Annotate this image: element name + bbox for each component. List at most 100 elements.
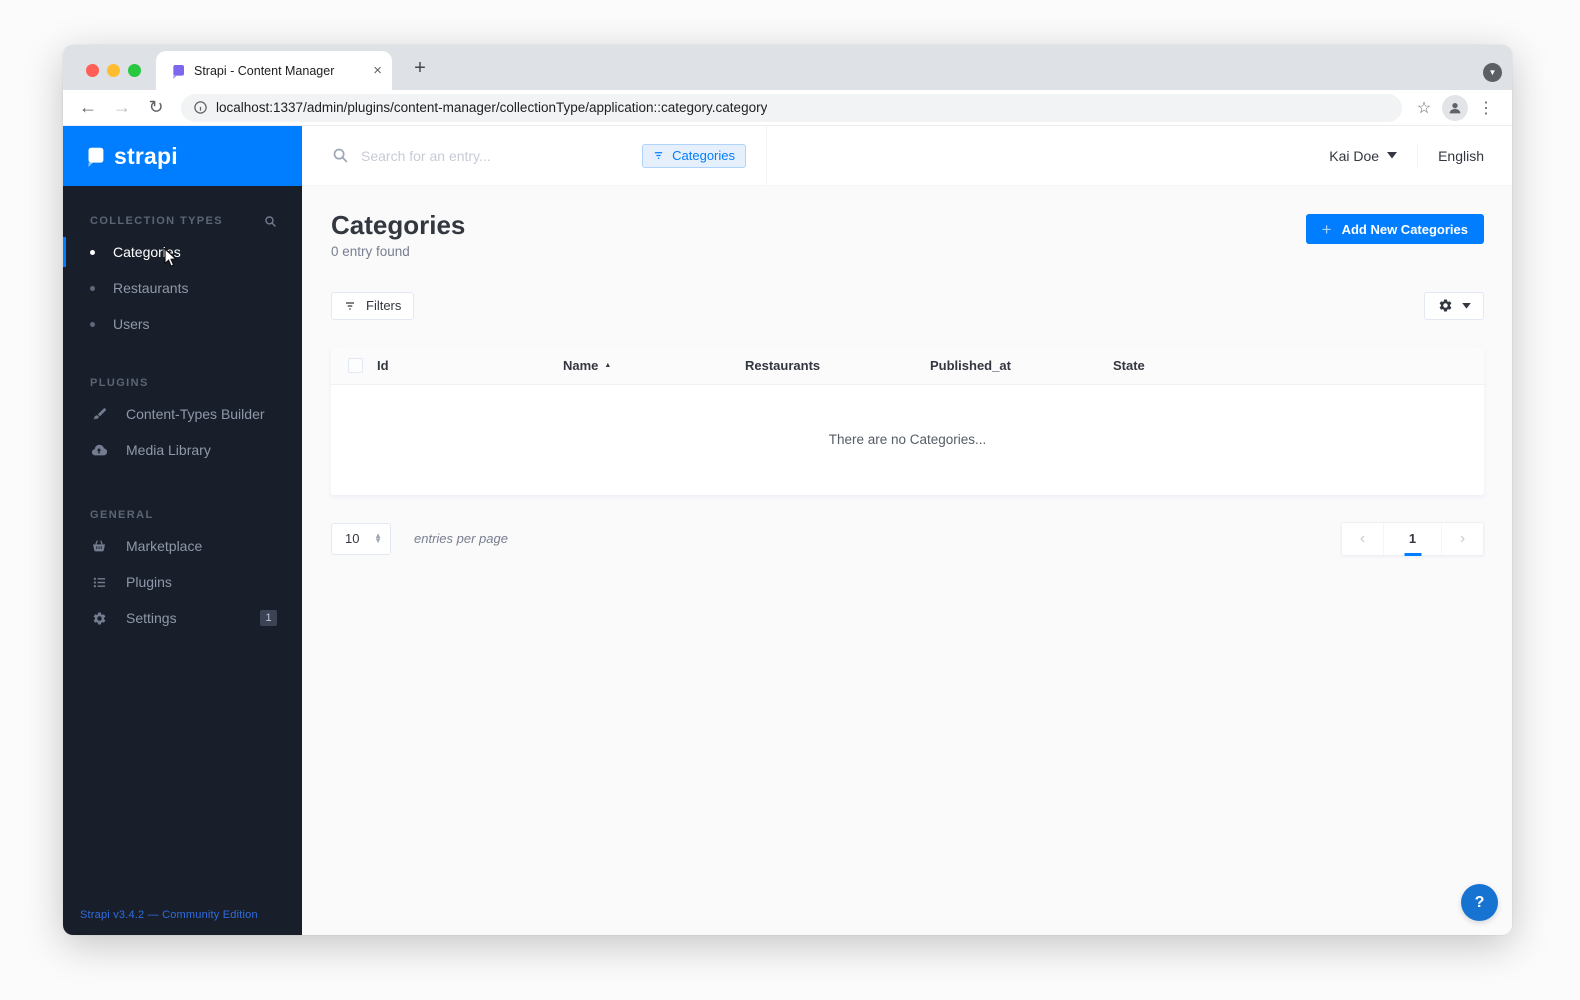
page-content: Categories 0 entry found + Add New Categ… <box>302 186 1512 935</box>
sidebar-item-users[interactable]: Users <box>63 306 302 342</box>
strapi-logo-text: strapi <box>114 142 178 169</box>
tab-favicon-strapi-icon <box>170 63 186 79</box>
filter-icon <box>344 300 356 312</box>
sidebar-item-label: Content-Types Builder <box>126 406 265 422</box>
sidebar-search-icon[interactable] <box>264 215 277 228</box>
sidebar-section-general: GENERAL Marketplace Plugins Settings 1 <box>63 502 302 636</box>
list-icon <box>90 575 108 590</box>
paint-brush-icon <box>90 407 108 422</box>
cloud-upload-icon <box>90 442 108 458</box>
column-header-published-at[interactable]: Published_at <box>930 358 1113 373</box>
list-toolbar: Filters <box>331 291 1484 320</box>
bookmark-star-icon[interactable]: ☆ <box>1410 94 1438 122</box>
chevron-down-icon <box>1461 302 1471 309</box>
main-area: Categories Kai Doe English <box>302 126 1512 935</box>
chip-label: Categories <box>672 148 735 163</box>
page-size-value: 10 <box>345 531 360 547</box>
section-title: GENERAL <box>90 509 154 521</box>
pagination-row: 10 ▲ ▼ entries per page ‹ 1 › <box>331 521 1484 556</box>
new-tab-button[interactable]: + <box>407 55 433 81</box>
sidebar-item-media-library[interactable]: Media Library <box>63 432 302 468</box>
page-size-select[interactable]: 10 ▲ ▼ <box>331 522 391 555</box>
window-controls <box>86 64 141 77</box>
page-title: Categories <box>331 210 466 240</box>
filter-chip-categories[interactable]: Categories <box>642 143 746 168</box>
sidebar: strapi COLLECTION TYPES Categories Resta… <box>63 126 302 935</box>
strapi-logo[interactable]: strapi <box>63 126 302 186</box>
sidebar-nav: COLLECTION TYPES Categories Restaurants <box>63 186 302 909</box>
entry-search-bar: Categories <box>302 126 767 185</box>
section-title: PLUGINS <box>90 377 149 389</box>
sidebar-item-label: Restaurants <box>113 280 189 296</box>
site-info-icon[interactable] <box>193 100 208 115</box>
sidebar-item-categories[interactable]: Categories <box>63 234 302 270</box>
pagination: ‹ 1 › <box>1341 521 1484 556</box>
add-new-categories-button[interactable]: + Add New Categories <box>1305 214 1484 244</box>
sidebar-item-settings[interactable]: Settings 1 <box>63 600 302 636</box>
gear-icon <box>1438 298 1453 313</box>
column-header-name[interactable]: Name ▲ <box>563 358 745 373</box>
url-text: localhost:1337/admin/plugins/content-man… <box>216 100 768 115</box>
entry-search-input[interactable] <box>361 147 631 164</box>
shopping-basket-icon <box>90 538 108 554</box>
filters-button[interactable]: Filters <box>331 291 415 320</box>
tab-title: Strapi - Content Manager <box>194 63 335 78</box>
stepper-icons[interactable]: ▲ ▼ <box>374 531 382 544</box>
add-button-label: Add New Categories <box>1341 221 1468 237</box>
strapi-app: strapi COLLECTION TYPES Categories Resta… <box>63 126 1512 935</box>
tab-close-icon[interactable]: × <box>373 63 382 78</box>
header-right: Kai Doe English <box>1329 142 1512 169</box>
browser-tab-strip: Strapi - Content Manager × + ▼ <box>63 45 1512 90</box>
prev-page-button[interactable]: ‹ <box>1342 523 1383 555</box>
minimize-window-button[interactable] <box>107 64 120 77</box>
entries-per-page-label: entries per page <box>414 531 508 547</box>
browser-toolbar: ← → ↻ localhost:1337/admin/plugins/conte… <box>63 90 1512 126</box>
sidebar-item-label: Settings <box>126 610 177 626</box>
strapi-logo-icon <box>85 146 106 167</box>
sidebar-section-collection-types: COLLECTION TYPES Categories Restaurants <box>63 208 302 342</box>
entries-table: Id Name ▲ Restaurants Published_at State… <box>331 347 1484 495</box>
help-button[interactable]: ? <box>1461 884 1498 921</box>
address-bar[interactable]: localhost:1337/admin/plugins/content-man… <box>181 93 1402 122</box>
sidebar-item-label: Media Library <box>126 442 211 458</box>
browser-menu-icon[interactable]: ⋮ <box>1472 94 1500 122</box>
settings-badge: 1 <box>260 610 277 626</box>
app-header: Categories Kai Doe English <box>302 126 1512 186</box>
reload-icon[interactable]: ↻ <box>143 95 169 121</box>
plus-icon: + <box>1321 219 1332 239</box>
strapi-version-link[interactable]: Strapi v3.4.2 — Community Edition <box>63 909 302 935</box>
sort-asc-icon: ▲ <box>604 362 612 370</box>
column-header-state[interactable]: State <box>1113 358 1484 373</box>
sidebar-item-plugins[interactable]: Plugins <box>63 564 302 600</box>
sidebar-item-label: Categories <box>113 244 181 260</box>
maximize-window-button[interactable] <box>128 64 141 77</box>
chip-filter-icon <box>653 150 664 161</box>
chevron-down-icon <box>1387 152 1398 159</box>
downloads-button[interactable]: ▼ <box>1483 63 1502 82</box>
filters-label: Filters <box>366 298 402 314</box>
header-divider <box>1417 142 1419 169</box>
empty-state-message: There are no Categories... <box>331 384 1484 495</box>
profile-avatar-icon[interactable] <box>1442 94 1468 121</box>
display-settings-button[interactable] <box>1424 291 1484 320</box>
search-icon <box>332 147 349 164</box>
entry-count: 0 entry found <box>331 243 410 259</box>
user-menu[interactable]: Kai Doe <box>1329 148 1398 164</box>
bullet-icon <box>90 249 95 255</box>
column-header-restaurants[interactable]: Restaurants <box>745 358 930 373</box>
column-header-id[interactable]: Id <box>377 358 563 373</box>
sidebar-item-restaurants[interactable]: Restaurants <box>63 270 302 306</box>
close-window-button[interactable] <box>86 64 99 77</box>
browser-window: Strapi - Content Manager × + ▼ ← → ↻ loc… <box>63 45 1512 935</box>
next-page-button[interactable]: › <box>1442 523 1483 555</box>
title-row: Categories 0 entry found + Add New Categ… <box>331 211 1484 259</box>
select-all-checkbox[interactable] <box>348 358 363 374</box>
current-page[interactable]: 1 <box>1383 522 1442 555</box>
browser-tab[interactable]: Strapi - Content Manager × <box>156 51 392 90</box>
sidebar-item-label: Marketplace <box>126 538 203 554</box>
language-menu[interactable]: English <box>1438 148 1484 164</box>
sidebar-item-content-types-builder[interactable]: Content-Types Builder <box>63 396 302 432</box>
sidebar-item-marketplace[interactable]: Marketplace <box>63 528 302 564</box>
back-icon[interactable]: ← <box>75 95 101 121</box>
forward-icon[interactable]: → <box>109 95 135 121</box>
